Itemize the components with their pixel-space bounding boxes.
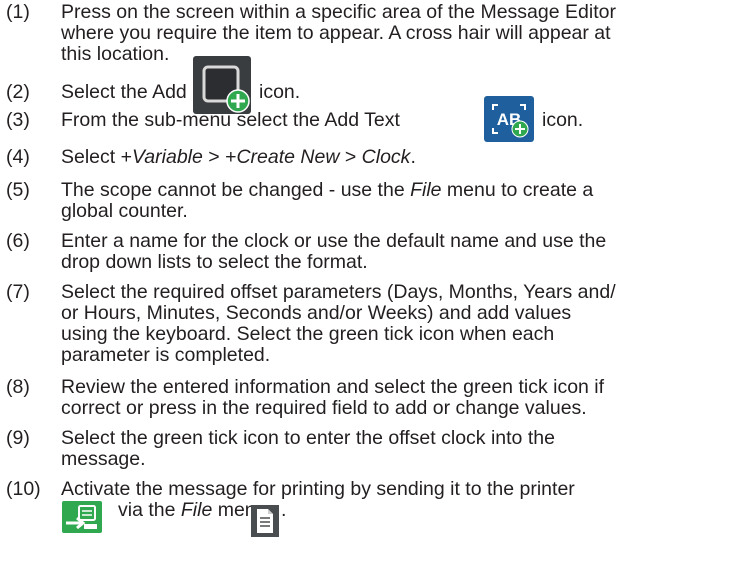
- step-10-line-2: via the File menu: [118, 500, 267, 521]
- step-text-pre: Select the Add: [61, 81, 187, 103]
- step-text-line: or Hours, Minutes, Seconds and/or Weeks)…: [61, 302, 572, 324]
- menu-path-clock: Clock: [361, 146, 411, 168]
- step-number: (2): [6, 81, 30, 103]
- file-menu-name: File: [410, 179, 442, 201]
- step-text-line: Activate the message for printing by sen…: [61, 478, 575, 500]
- add-item-icon: [193, 56, 251, 114]
- step-text-post: icon.: [542, 109, 584, 131]
- step-text-part: The scope cannot be changed - use the: [61, 179, 411, 201]
- step-text-part: .: [410, 146, 416, 168]
- step-text-part: menu to create a: [441, 179, 594, 201]
- step-text-part: Select +: [61, 146, 133, 168]
- step-text-line: this location.: [61, 43, 170, 65]
- step-text: Select the required offset parameters (D…: [61, 282, 740, 366]
- step-number: (3): [6, 109, 30, 131]
- step-number: (8): [6, 376, 30, 398]
- send-to-printer-icon: [62, 501, 102, 533]
- file-menu-icon: [251, 505, 279, 537]
- step-text: The scope cannot be changed - use the Fi…: [61, 180, 740, 222]
- step-number: (6): [6, 230, 30, 252]
- step-text-line: Enter a name for the clock or use the de…: [61, 230, 607, 252]
- step-number: (5): [6, 179, 30, 201]
- step-text: From the sub-menu select the Add Text ic…: [61, 110, 740, 131]
- step-text: Review the entered information and selec…: [61, 377, 740, 419]
- step-text-line: using the keyboard. Select the green tic…: [61, 323, 555, 345]
- step-text: Select +Variable > +Create New > Clock.: [61, 147, 740, 168]
- menu-path-variable: Variable: [132, 146, 203, 168]
- step-text: Press on the screen within a specific ar…: [61, 2, 740, 65]
- step-text-line: where you require the item to appear. A …: [61, 22, 611, 44]
- step-text: Select the Add icon.: [61, 82, 740, 103]
- step-text-line: drop down lists to select the format.: [61, 251, 368, 273]
- file-menu-name: File: [180, 499, 213, 521]
- step-text-post: icon.: [259, 81, 301, 103]
- step-text-part: via the: [118, 499, 181, 521]
- step-number: (9): [6, 427, 30, 449]
- step-text-line: Select the required offset parameters (D…: [61, 281, 616, 303]
- menu-path-create-new: Create New: [236, 146, 340, 168]
- step-text: Activate the message for printing by sen…: [61, 479, 740, 500]
- add-text-icon: AB: [484, 96, 534, 142]
- step-text-line: correct or press in the required field t…: [61, 397, 587, 419]
- step-text-line: global counter.: [61, 200, 188, 222]
- step-number: (10): [6, 478, 41, 500]
- step-text-part: > +: [202, 146, 237, 168]
- step-text-line: Review the entered information and selec…: [61, 376, 605, 398]
- step-text-line: message.: [61, 448, 146, 470]
- step-text-line: parameter is completed.: [61, 344, 271, 366]
- step-text-part: >: [339, 146, 362, 168]
- step-text-line: Select the green tick icon to enter the …: [61, 427, 555, 449]
- step-text-part: .: [281, 499, 287, 521]
- step-text: Enter a name for the clock or use the de…: [61, 231, 740, 273]
- step-number: (7): [6, 281, 30, 303]
- step-text-line: Press on the screen within a specific ar…: [61, 1, 616, 23]
- step-text: Select the green tick icon to enter the …: [61, 428, 740, 470]
- step-text-pre: From the sub-menu select the Add Text: [61, 109, 400, 131]
- step-number: (1): [6, 1, 30, 23]
- step-number: (4): [6, 146, 30, 168]
